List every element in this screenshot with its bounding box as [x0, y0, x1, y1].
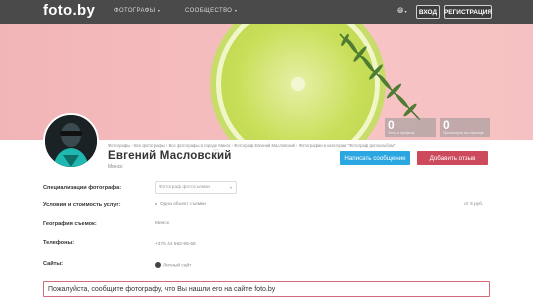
- register-button[interactable]: РЕГИСТРАЦИЯ: [444, 5, 492, 19]
- specialization-value: Фотограф фотосъемки: [159, 185, 210, 190]
- specialization-select[interactable]: Фотограф фотосъемки ▾: [155, 181, 237, 194]
- site-link-label: Личный сайт: [163, 263, 192, 269]
- nav-photographers-label: ФОТОГРАФЫ: [114, 8, 156, 14]
- add-review-button[interactable]: Добавить отзыв: [417, 151, 488, 165]
- language-selector[interactable]: 🌐︎ ▾: [397, 6, 407, 16]
- bullet-icon: [155, 202, 157, 205]
- geography-value: Минск: [155, 221, 169, 226]
- nav-community[interactable]: СООБЩЕСТВО ▾: [185, 8, 237, 14]
- photos-count-value: 0: [388, 118, 395, 132]
- price-value: от 5 руб.: [464, 202, 484, 207]
- chevron-down-icon: ▾: [403, 9, 407, 14]
- site-logo[interactable]: foto.by: [43, 2, 95, 19]
- geography-label: География съемок:: [43, 221, 97, 227]
- heart-icon[interactable]: ♡: [212, 148, 219, 157]
- top-navigation-bar: foto.by ФОТОГРАФЫ ▾ СООБЩЕСТВО ▾ 🌐︎ ▾ ВХ…: [0, 0, 533, 24]
- photos-count-label: Фото в профиле: [388, 131, 415, 135]
- specialization-label: Специализации фотографа:: [43, 185, 122, 191]
- views-count-label: Просмотров на странице: [443, 131, 484, 135]
- views-count-stat: 0 Просмотров на странице: [440, 118, 490, 137]
- send-message-button[interactable]: Написать сообщение: [340, 151, 410, 165]
- profile-city: Минск: [108, 164, 123, 170]
- phones-label: Телефоны:: [43, 240, 75, 246]
- site-link[interactable]: Личный сайт: [155, 262, 191, 268]
- avatar-photo: [45, 115, 97, 167]
- chevron-down-icon: ▾: [229, 185, 232, 190]
- notice-banner: Пожалуйста, сообщите фотографу, что Вы н…: [43, 281, 490, 297]
- conditions-text: Одна объект съемки: [160, 202, 206, 207]
- login-button[interactable]: ВХОД: [416, 5, 440, 19]
- avatar[interactable]: [43, 113, 99, 169]
- views-count-value: 0: [443, 118, 450, 132]
- chevron-down-icon: ▾: [233, 8, 238, 13]
- nav-photographers[interactable]: ФОТОГРАФЫ ▾: [114, 8, 160, 14]
- conditions-label: Условия и стоимость услуг:: [43, 202, 121, 208]
- globe-icon: [155, 262, 161, 268]
- sites-label: Сайты:: [43, 261, 64, 267]
- breadcrumb[interactable]: Фотографы › Все фотографы › Все фотограф…: [108, 143, 395, 148]
- conditions-value: Одна объект съемки: [155, 202, 206, 207]
- nav-community-label: СООБЩЕСТВО: [185, 8, 233, 14]
- phones-value[interactable]: +375 44 592-95-68: [155, 242, 196, 247]
- chevron-down-icon: ▾: [156, 8, 161, 13]
- photos-count-stat: 0 Фото в профиле: [385, 118, 436, 137]
